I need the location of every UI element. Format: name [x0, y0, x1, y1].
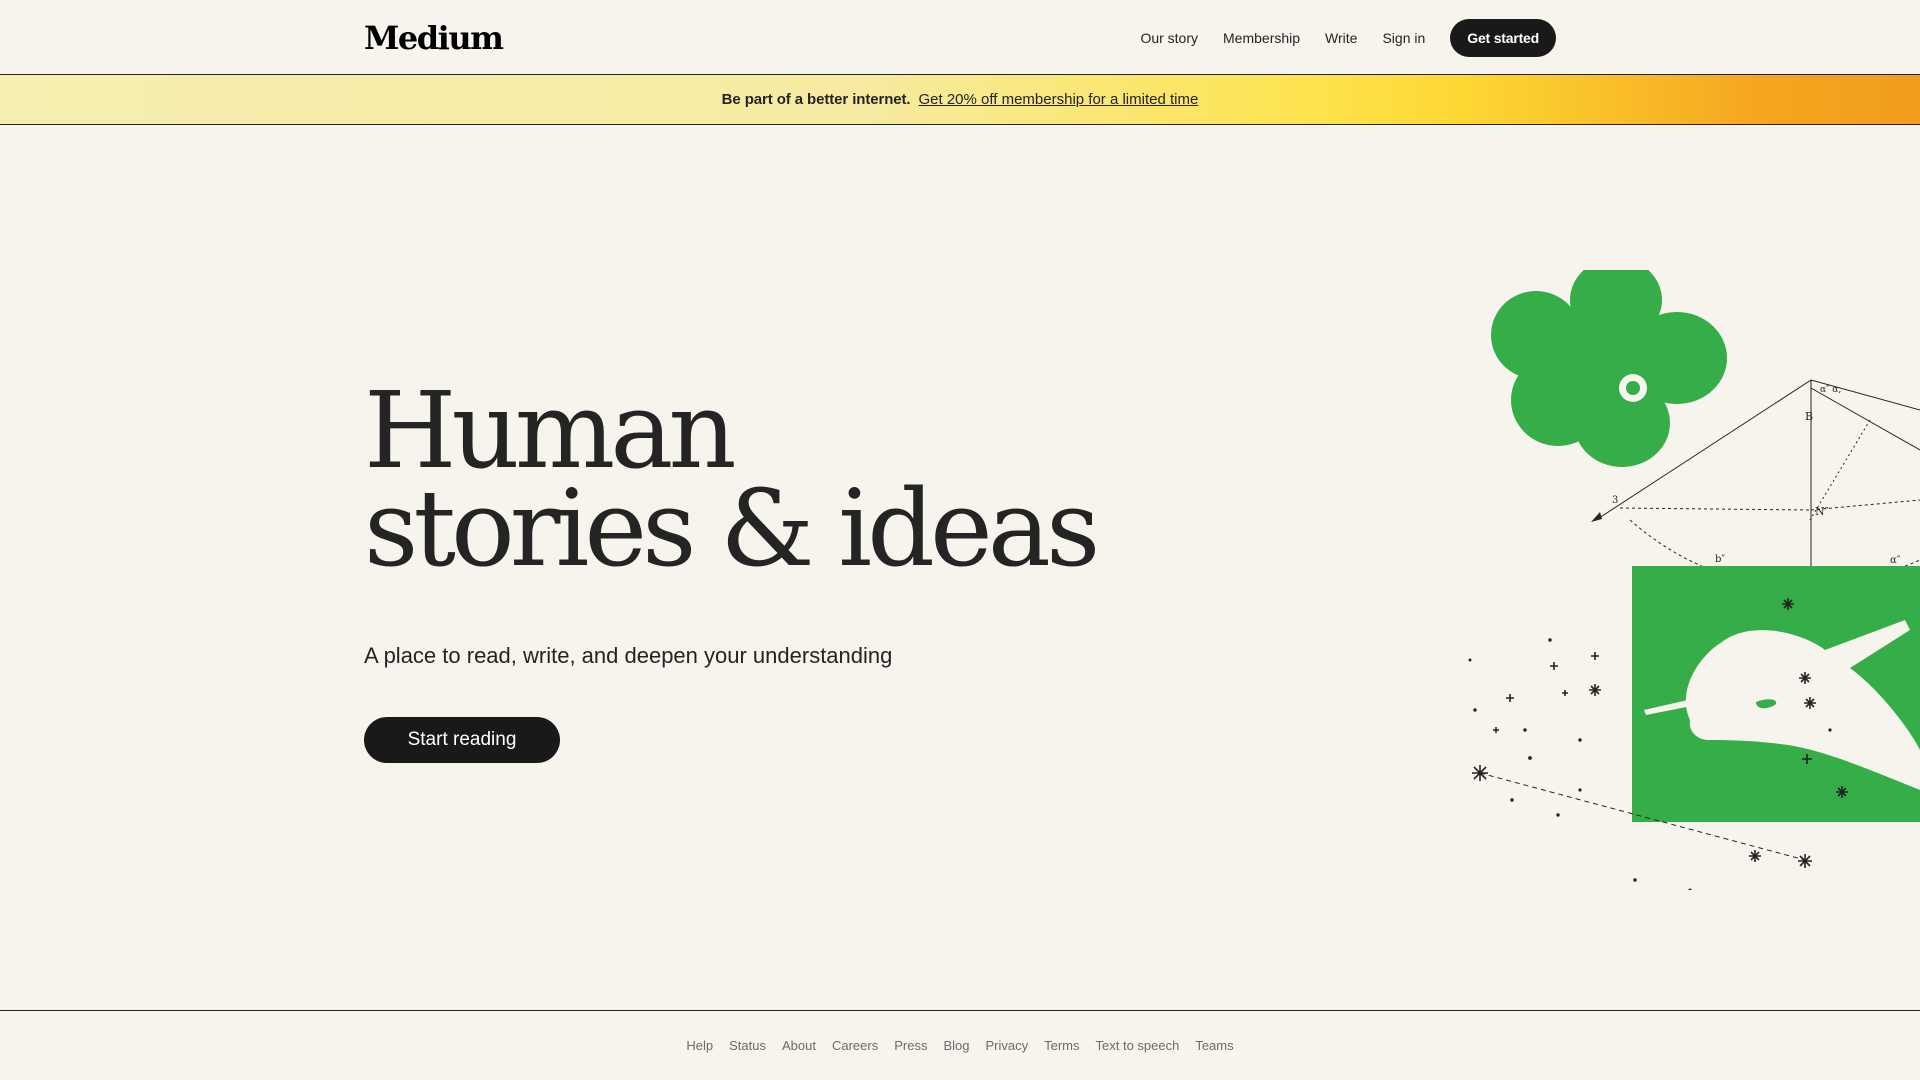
footer-blog-link[interactable]: Blog — [943, 1038, 969, 1053]
svg-text:N″: N″ — [1815, 505, 1829, 518]
svg-text:α″ α,: α″ α, — [1820, 385, 1841, 395]
svg-text:B: B — [1805, 410, 1813, 423]
svg-text:α″: α″ — [1890, 555, 1901, 566]
footer-help-link[interactable]: Help — [686, 1038, 713, 1053]
footer-careers-link[interactable]: Careers — [832, 1038, 878, 1053]
medium-logo[interactable]: Medium — [364, 19, 504, 57]
footer-privacy-link[interactable]: Privacy — [985, 1038, 1028, 1053]
nav-sign-in-link[interactable]: Sign in — [1382, 30, 1425, 46]
nav-membership-link[interactable]: Membership — [1223, 30, 1300, 46]
hero-title: Human stories & ideas — [364, 369, 1100, 590]
get-started-button[interactable]: Get started — [1450, 19, 1556, 57]
banner-lead-text: Be part of a better internet. — [721, 91, 911, 108]
promo-banner: Be part of a better internet. Get 20% of… — [0, 75, 1920, 125]
footer-terms-link[interactable]: Terms — [1044, 1038, 1079, 1053]
svg-text:3: 3 — [1612, 495, 1618, 506]
footer-text-to-speech-link[interactable]: Text to speech — [1096, 1038, 1180, 1053]
footer-status-link[interactable]: Status — [729, 1038, 766, 1053]
footer-teams-link[interactable]: Teams — [1195, 1038, 1233, 1053]
hero-title-line-2: stories & ideas — [364, 467, 1100, 590]
nav-write-link[interactable]: Write — [1325, 30, 1357, 46]
hand-writing-illustration — [1632, 566, 1920, 822]
nav-our-story-link[interactable]: Our story — [1140, 30, 1198, 46]
footer-press-link[interactable]: Press — [894, 1038, 927, 1053]
footer-about-link[interactable]: About — [782, 1038, 816, 1053]
top-nav-bar: Medium Our story Membership Write Sign i… — [0, 0, 1920, 75]
hero-title-line-1: Human — [364, 369, 737, 492]
svg-text:b″: b″ — [1715, 554, 1725, 565]
hero-illustration: B N″ 3 b″ α″ Σ α″ α, — [1468, 270, 1920, 890]
nav-links: Our story Membership Write Sign in Get s… — [1115, 19, 1556, 57]
flower-illustration — [1491, 270, 1727, 467]
footer-links: Help Status About Careers Press Blog Pri… — [0, 1010, 1920, 1080]
hero-subtitle: A place to read, write, and deepen your … — [364, 643, 893, 668]
start-reading-button[interactable]: Start reading — [364, 717, 560, 763]
membership-offer-link[interactable]: Get 20% off membership for a limited tim… — [918, 91, 1198, 108]
